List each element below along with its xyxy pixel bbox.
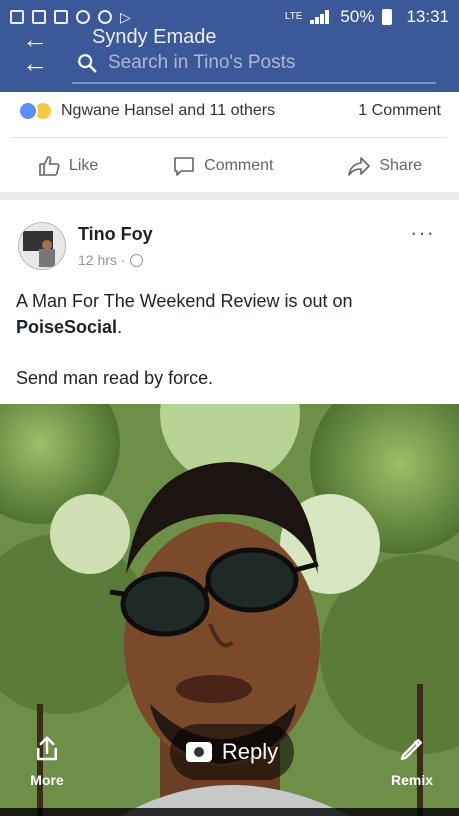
- gallery-icon: [10, 10, 24, 24]
- like-reaction-icon: [18, 101, 38, 121]
- like-label: Like: [68, 157, 99, 174]
- comment-button[interactable]: Comment: [172, 154, 274, 178]
- soccer-icon: [76, 10, 90, 24]
- share-label: Share: [379, 157, 423, 174]
- comment-label: Comment: [204, 157, 274, 174]
- comment-count[interactable]: 1 Comment: [358, 102, 441, 120]
- clock: 13:31: [406, 7, 449, 26]
- share-button[interactable]: Share: [347, 154, 422, 178]
- reply-label: Reply: [221, 739, 279, 764]
- reply-button[interactable]: Reply: [170, 724, 294, 780]
- status-bar: ▷ LTE 50% 13:31: [0, 0, 459, 34]
- play-icon: ▷: [120, 8, 131, 25]
- camera-icon: [185, 742, 212, 762]
- network-type: LTE: [284, 11, 303, 22]
- share-upload-icon: [37, 736, 57, 761]
- remix-button[interactable]: Remix: [377, 734, 447, 788]
- post-time[interactable]: 12 hrs: [78, 252, 117, 268]
- download-icon: [32, 10, 46, 24]
- avatar-image: [19, 223, 65, 269]
- apps-icon: [98, 10, 112, 24]
- bottom-strip: [0, 808, 459, 816]
- remix-label: Remix: [390, 772, 434, 788]
- avatar[interactable]: [18, 222, 66, 270]
- battery-icon: [382, 9, 393, 25]
- search-input[interactable]: Search in Tino's Posts: [72, 46, 442, 80]
- post-meta: 12 hrs ·: [78, 252, 143, 268]
- meta-separator: ·: [120, 252, 126, 268]
- post-text-main: A Man For The Weekend Review is out on: [16, 291, 353, 311]
- search-icon: [78, 54, 97, 73]
- share-icon: [348, 157, 371, 176]
- more-button[interactable]: More: [12, 734, 82, 788]
- action-bar: Like Comment Share: [0, 148, 459, 184]
- like-button[interactable]: Like: [37, 154, 98, 178]
- previous-post-footer: Ngwane Hansel and 11 others 1 Comment Li…: [0, 92, 459, 192]
- app-header: ← Syndy Emade ← Search in Tino's Posts: [0, 26, 459, 92]
- back-button[interactable]: ←: [22, 50, 48, 76]
- pencil-icon: [400, 739, 422, 761]
- signal-icon: [310, 10, 332, 24]
- more-options-button[interactable]: ···: [410, 220, 435, 246]
- reaction-summary[interactable]: Ngwane Hansel and 11 others 1 Comment: [18, 98, 441, 124]
- comment-icon: [174, 157, 194, 176]
- battery-percent: 50%: [340, 7, 375, 26]
- reaction-names: Ngwane Hansel and 11 others: [61, 102, 276, 119]
- mail-icon: [54, 10, 68, 24]
- more-label: More: [30, 772, 64, 788]
- search-underline: [72, 82, 436, 84]
- post-text: A Man For The Weekend Review is out on P…: [16, 288, 443, 340]
- globe-icon: [129, 253, 143, 267]
- thumbs-up-icon: [39, 156, 60, 176]
- post-text-line2: Send man read by force.: [16, 368, 214, 388]
- poisesocial-link[interactable]: PoiseSocial: [16, 317, 117, 337]
- search-placeholder: Search in Tino's Posts: [108, 52, 296, 73]
- author-name[interactable]: Tino Foy: [78, 224, 153, 245]
- post-text-period: .: [117, 317, 123, 337]
- notification-icons: ▷: [10, 9, 131, 26]
- divider: [12, 137, 447, 138]
